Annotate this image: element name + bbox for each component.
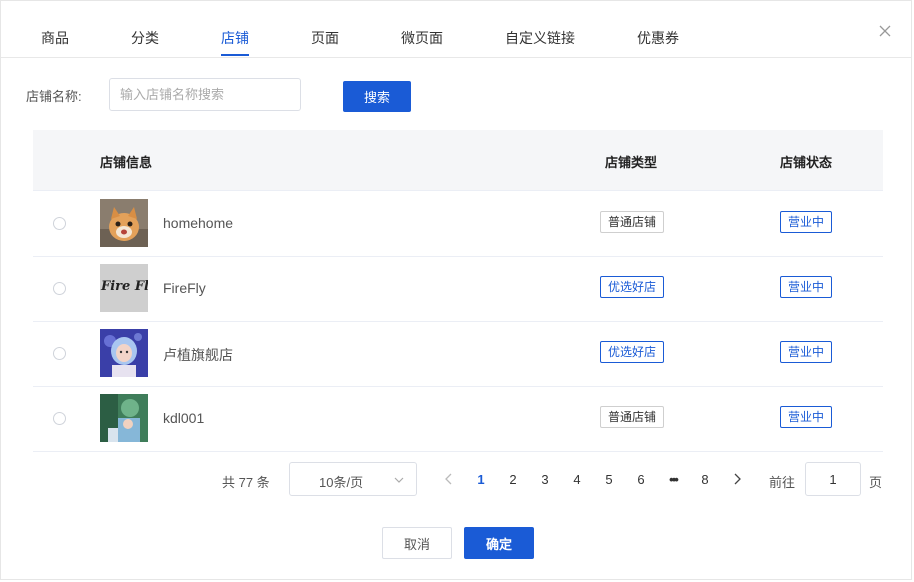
store-name: homehome [163, 215, 234, 231]
status-badge: 营业中 [780, 341, 833, 363]
column-header-status: 店铺状态 [780, 155, 833, 170]
goto-label: 前往 [769, 475, 796, 490]
table-row[interactable]: kdl001 普通店铺 营业中 [33, 386, 883, 452]
row-select-radio[interactable] [53, 282, 66, 295]
table-row[interactable]: homehome 普通店铺 营业中 [33, 191, 883, 257]
close-icon[interactable] [877, 23, 893, 39]
person-photo-icon [100, 329, 148, 377]
store-thumbnail-firefly: Fire Fly [100, 264, 148, 312]
page-size-select[interactable]: 10条/页 [289, 462, 417, 496]
tab-stores[interactable]: 店铺 [221, 28, 249, 48]
store-name: kdl001 [163, 410, 205, 426]
store-thumbnail-person [100, 329, 148, 377]
table-row[interactable]: 卢植旗舰店 优选好店 营业中 [33, 321, 883, 387]
store-type-badge: 优选好店 [600, 341, 665, 363]
tab-pages[interactable]: 页面 [311, 28, 339, 48]
page-number-4[interactable]: 4 [569, 472, 585, 487]
page-ellipsis[interactable]: ••• [665, 472, 681, 487]
store-thumbnail-cat [100, 199, 148, 247]
table-row[interactable]: Fire Fly FireFly 优选好店 营业中 [33, 256, 883, 322]
row-select-radio[interactable] [53, 412, 66, 425]
search-label: 店铺名称: [26, 89, 82, 104]
status-badge: 营业中 [780, 276, 833, 298]
cat-photo-icon [100, 199, 148, 247]
page-number-8[interactable]: 8 [697, 472, 713, 487]
row-select-radio[interactable] [53, 217, 66, 230]
store-name: 卢植旗舰店 [163, 347, 233, 363]
chevron-down-icon [394, 477, 404, 483]
store-picker-dialog: 商品 分类 店铺 页面 微页面 自定义链接 优惠券 店铺名称: 搜索 店铺信息 … [0, 0, 912, 580]
chevron-left-icon[interactable] [443, 472, 455, 486]
row-select-radio[interactable] [53, 347, 66, 360]
page-number-2[interactable]: 2 [505, 472, 521, 487]
fire-fly-logo-text: Fire Fly [101, 279, 148, 294]
status-badge: 营业中 [780, 406, 833, 428]
column-header-type: 店铺类型 [605, 155, 658, 170]
illustration-photo-icon [100, 394, 148, 442]
page-size-value: 10条/页 [319, 475, 364, 490]
tab-custom-links[interactable]: 自定义链接 [505, 28, 575, 48]
tab-categories[interactable]: 分类 [131, 28, 159, 48]
chevron-right-icon[interactable] [731, 472, 743, 486]
tab-products[interactable]: 商品 [41, 28, 69, 48]
column-header-info: 店铺信息 [100, 155, 153, 170]
table-header: 店铺信息 店铺类型 店铺状态 [33, 130, 883, 191]
page-number-3[interactable]: 3 [537, 472, 553, 487]
store-type-badge: 普通店铺 [600, 211, 665, 233]
tab-micro-pages[interactable]: 微页面 [401, 28, 443, 48]
store-name: FireFly [163, 280, 206, 296]
store-type-badge: 优选好店 [600, 276, 665, 298]
store-name-search-input[interactable] [109, 78, 301, 111]
confirm-button[interactable]: 确定 [464, 527, 534, 559]
tab-coupons[interactable]: 优惠券 [637, 28, 679, 48]
active-tab-indicator [221, 54, 249, 56]
search-button[interactable]: 搜索 [343, 81, 411, 112]
pagination-total: 共 77 条 [222, 475, 270, 490]
tab-bar: 商品 分类 店铺 页面 微页面 自定义链接 优惠券 [1, 1, 911, 58]
store-thumbnail-illustration [100, 394, 148, 442]
page-number-5[interactable]: 5 [601, 472, 617, 487]
page-number-6[interactable]: 6 [633, 472, 649, 487]
goto-page-input[interactable] [805, 462, 861, 496]
store-type-badge: 普通店铺 [600, 406, 665, 428]
page-number-1[interactable]: 1 [473, 472, 489, 487]
page-unit-label: 页 [869, 475, 883, 490]
status-badge: 营业中 [780, 211, 833, 233]
cancel-button[interactable]: 取消 [382, 527, 452, 559]
